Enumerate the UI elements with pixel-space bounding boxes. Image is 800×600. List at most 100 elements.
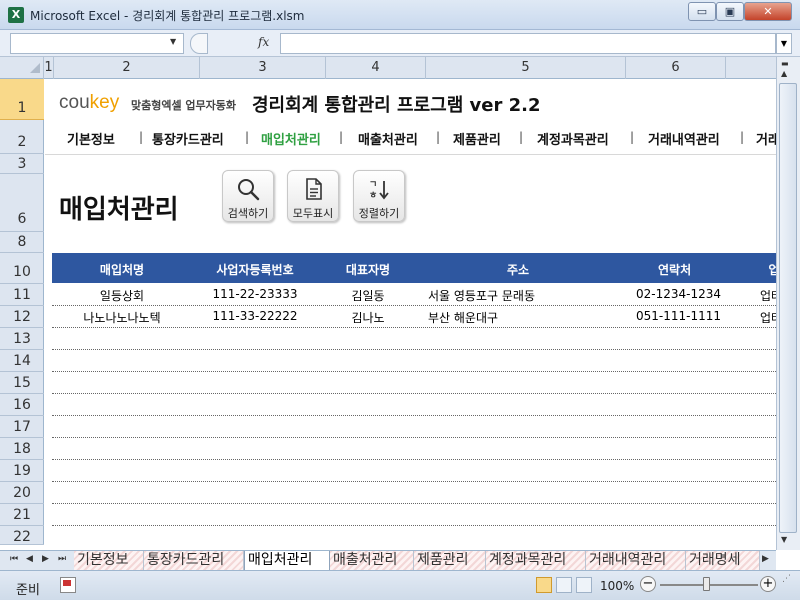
search-button[interactable]: 검색하기 [222,170,274,222]
sheet-tab[interactable]: 매출처관리 [330,551,414,570]
empty-table-row[interactable] [52,350,776,372]
row-header[interactable]: 18 [0,438,44,460]
vendor-name-cell[interactable]: 일등상회 [52,287,192,304]
empty-table-row[interactable] [52,328,776,350]
minimize-button[interactable]: ▭ [688,2,716,21]
sheet-tab[interactable]: 통장카드관리 [144,551,244,570]
empty-table-row[interactable] [52,394,776,416]
sort-button[interactable]: ㄱㅎ 정렬하기 [353,170,405,222]
column-header[interactable]: 6 [626,57,726,79]
formula-bar-grip[interactable] [190,33,208,54]
maximize-button[interactable]: ▣ [716,2,744,21]
scrollbar-thumb[interactable] [779,83,797,533]
row-header[interactable]: 14 [0,350,44,372]
zoom-level[interactable]: 100% [600,579,634,593]
split-handle-icon[interactable]: ▬ [781,59,789,68]
chevron-down-icon[interactable]: ▼ [170,37,176,46]
show-all-button[interactable]: 모두표시 [287,170,339,222]
table-header-cell[interactable]: 업 [764,261,776,278]
macro-record-icon[interactable] [60,577,76,593]
row-header[interactable]: 1 [0,79,44,120]
row-header[interactable]: 8 [0,232,44,253]
row-header[interactable]: 10 [0,253,44,284]
row-header[interactable]: 12 [0,306,44,328]
page-break-view-icon[interactable] [576,577,592,593]
phone-cell[interactable]: 051-111-1111 [636,309,756,323]
excel-app-icon[interactable]: X [8,7,24,23]
nav-item-basic-info[interactable]: 기본정보 [67,129,115,148]
table-header-cell[interactable]: 대표자명 [318,261,418,278]
row-header[interactable]: 16 [0,394,44,416]
reg-no-cell[interactable]: 111-22-23333 [192,287,318,301]
vertical-scrollbar[interactable]: ▬ ▲ ▼ [776,57,800,550]
first-sheet-icon[interactable]: ⏮ [10,554,18,564]
ceo-cell[interactable]: 김나노 [318,309,418,326]
close-button[interactable]: ✕ [744,2,792,21]
prev-sheet-icon[interactable]: ◀ [26,554,33,564]
empty-table-row[interactable] [52,416,776,438]
address-cell[interactable]: 서울 영등포구 문래동 [428,287,618,304]
column-header[interactable]: 4 [326,57,426,79]
zoom-in-button[interactable]: + [760,576,776,592]
sheet-tab[interactable]: 거래내역관리 [586,551,686,570]
insert-function-button[interactable]: fx [258,35,269,49]
empty-table-row[interactable] [52,372,776,394]
row-header[interactable]: 15 [0,372,44,394]
business-type-cell[interactable]: 업태 [760,309,776,326]
address-cell[interactable]: 부산 해운대구 [428,309,618,326]
empty-table-row[interactable] [52,526,776,545]
row-header[interactable]: 3 [0,154,44,174]
nav-item-statements[interactable]: 거래 [756,129,776,148]
worksheet-area[interactable]: coukey 맞춤형엑셀 업무자동화 경리회계 통합관리 프로그램 ver 2.… [45,79,776,545]
resize-grip-icon[interactable]: ⋰ [782,574,791,584]
scroll-down-arrow-icon[interactable]: ▼ [781,535,787,544]
sheet-tab[interactable]: 기본정보 [74,551,144,570]
formula-input[interactable] [280,33,776,54]
expand-formula-bar-icon[interactable]: ▼ [776,33,792,54]
nav-item-products[interactable]: 제품관리 [453,129,501,148]
next-sheet-icon[interactable]: ▶ [42,554,49,564]
reg-no-cell[interactable]: 111-33-22222 [192,309,318,323]
table-header-cell[interactable]: 사업자등록번호 [192,261,318,278]
nav-item-transactions[interactable]: 거래내역관리 [648,129,720,148]
nav-item-accounts[interactable]: 계정과목관리 [537,129,609,148]
table-header-cell[interactable]: 연락처 [618,261,776,278]
sheet-tab[interactable]: 계정과목관리 [486,551,586,570]
phone-cell[interactable]: 02-1234-1234 [636,287,756,301]
empty-table-row[interactable] [52,438,776,460]
vendor-name-cell[interactable]: 나노나노나노텍 [52,309,192,326]
table-row[interactable]: 일등상회 111-22-23333 김일동 서울 영등포구 문래동 02-123… [52,284,776,306]
scroll-up-arrow-icon[interactable]: ▲ [781,69,787,78]
nav-item-purchase-vendors[interactable]: 매입처관리 [261,129,321,148]
row-header[interactable]: 22 [0,526,44,545]
row-header[interactable]: 19 [0,460,44,482]
table-row[interactable]: 나노나노나노텍 111-33-22222 김나노 부산 해운대구 051-111… [52,306,776,328]
table-header-cell[interactable]: 주소 [418,261,618,278]
last-sheet-icon[interactable]: ⏭ [58,554,66,564]
column-header[interactable]: 1 [44,57,54,79]
empty-table-row[interactable] [52,482,776,504]
page-layout-view-icon[interactable] [556,577,572,593]
sheet-tab[interactable]: 제품관리 [414,551,486,570]
ceo-cell[interactable]: 김일동 [318,287,418,304]
nav-item-bank-card[interactable]: 통장카드관리 [152,129,224,148]
normal-view-icon[interactable] [536,577,552,593]
zoom-slider-thumb[interactable] [703,577,710,591]
row-header[interactable]: 21 [0,504,44,526]
empty-table-row[interactable] [52,504,776,526]
nav-item-sales-clients[interactable]: 매출처관리 [358,129,418,148]
business-type-cell[interactable]: 업태 [760,287,776,304]
name-box[interactable] [10,33,184,54]
column-header[interactable]: 2 [54,57,200,79]
row-header[interactable]: 6 [0,174,44,232]
empty-table-row[interactable] [52,460,776,482]
column-header[interactable]: 5 [426,57,626,79]
tab-scroll-right-icon[interactable]: ▶ [762,554,769,564]
row-header[interactable]: 20 [0,482,44,504]
column-header[interactable]: 3 [200,57,326,79]
row-header[interactable]: 11 [0,284,44,306]
row-header[interactable]: 2 [0,120,44,154]
sheet-tab[interactable]: 거래명세 [686,551,760,570]
select-all-button[interactable] [0,57,44,79]
row-header[interactable]: 17 [0,416,44,438]
